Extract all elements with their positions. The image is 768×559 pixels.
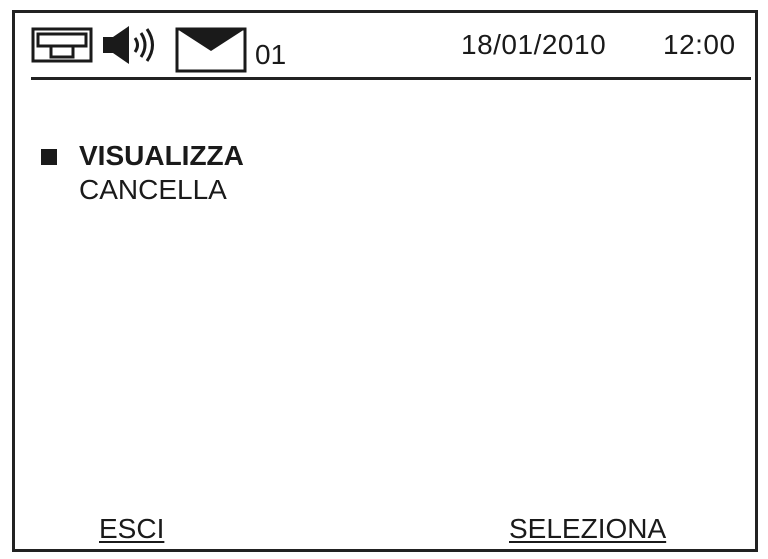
envelope-icon <box>175 27 247 73</box>
time-display: 12:00 <box>663 29 736 60</box>
speaker-icon <box>101 23 161 67</box>
status-divider <box>31 77 751 80</box>
status-bar: 01 18/01/2010 12:00 <box>15 13 755 79</box>
message-count: 01 <box>255 39 287 70</box>
intercom-icon <box>31 27 93 63</box>
menu-item-visualizza[interactable]: VISUALIZZA <box>79 139 244 173</box>
selection-marker-icon <box>41 149 57 165</box>
display-screen: 01 18/01/2010 12:00 VISUALIZZA CANCELLA … <box>12 10 758 552</box>
date-display: 18/01/2010 <box>461 29 607 60</box>
menu-item-cancella[interactable]: CANCELLA <box>79 173 227 207</box>
select-softkey[interactable]: SELEZIONA <box>509 513 666 545</box>
exit-softkey[interactable]: ESCI <box>99 513 164 545</box>
